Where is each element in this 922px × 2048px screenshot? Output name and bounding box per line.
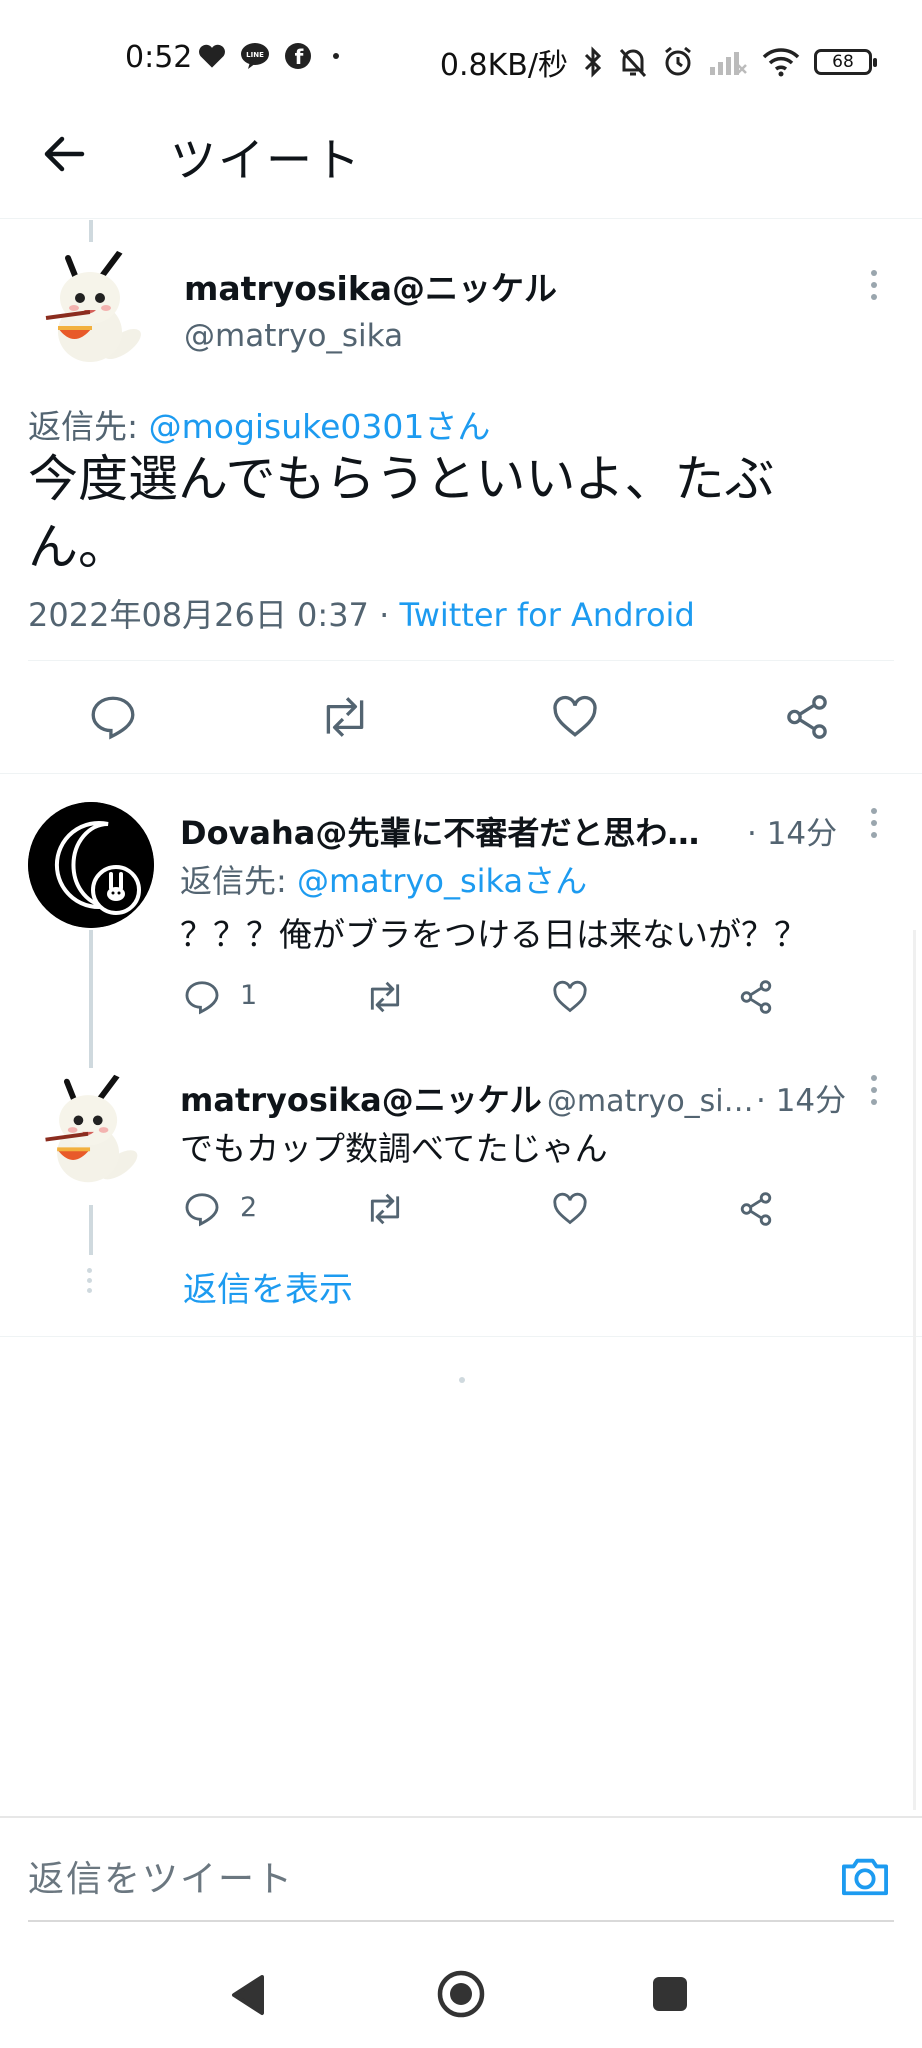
author-handle[interactable]: @matryo_sika [184, 318, 403, 354]
reply-input[interactable]: 返信をツイート [28, 1850, 294, 1902]
moon-rabbit-avatar-image [28, 802, 154, 928]
thread-line [89, 1205, 93, 1255]
back-arrow-icon[interactable] [40, 130, 88, 178]
thread-dots [87, 1268, 92, 1293]
status-bar: 0:52 LINE f 0.8KB/秒 68 [0, 0, 922, 120]
author-name[interactable]: matryosika@ニッケル [184, 262, 557, 310]
facebook-icon: f [284, 42, 312, 70]
avatar-matryosika[interactable] [32, 246, 154, 368]
bluetooth-icon [582, 46, 604, 78]
share-icon[interactable] [737, 1190, 775, 1228]
reply-time: · 14分 [756, 1083, 847, 1119]
line-app-icon: LINE [240, 42, 270, 70]
heart-icon [198, 43, 226, 69]
system-icons: 0.8KB/秒 68 [439, 40, 877, 84]
nav-home-icon[interactable] [436, 1969, 486, 2019]
tweet-source-link[interactable]: Twitter for Android [399, 596, 694, 634]
battery-indicator: 68 [814, 49, 877, 75]
avatar-dovaha[interactable] [28, 802, 154, 928]
nav-recents-icon[interactable] [651, 1975, 689, 2013]
show-replies-link[interactable]: 返信を表示 [183, 1262, 353, 1311]
reply-prefix: 返信先: [28, 407, 149, 446]
composer-top-border [0, 1816, 922, 1818]
meta-divider [28, 660, 894, 661]
reply-text: ？？？俺がブラをつける日は来ないが？？ [180, 915, 807, 954]
loading-indicator [459, 1377, 465, 1383]
signal-icon [708, 47, 748, 77]
reply-author-handle[interactable]: @matryo_si… [547, 1084, 754, 1119]
scrollbar[interactable] [913, 930, 916, 1810]
mascot-avatar-image [32, 1070, 150, 1188]
svg-text:LINE: LINE [246, 51, 264, 59]
mascot-avatar-image [32, 246, 154, 368]
tweet-date: 2022年08月26日 0:37 · [28, 596, 400, 634]
nav-back-icon[interactable] [228, 1973, 268, 2017]
reply-author-name[interactable]: matryosika@ニッケル [180, 1081, 542, 1119]
reply-icon[interactable] [88, 692, 138, 742]
status-time: 0:52 [125, 40, 193, 75]
reply-count: 2 [240, 1192, 258, 1223]
retweet-icon[interactable] [364, 1190, 406, 1228]
dot-icon [326, 42, 346, 70]
tweet-meta: 2022年08月26日 0:37 · Twitter for Android [28, 590, 695, 636]
replies-divider [0, 1336, 922, 1337]
thread-line [89, 930, 93, 1068]
tweet-text-line: 今度選んでもらうといいよ、たぶ [28, 450, 775, 508]
reply-to-link[interactable]: @matryo_sikaさん [297, 862, 587, 900]
reply-count: 1 [240, 980, 258, 1011]
more-options-icon[interactable] [871, 808, 879, 844]
reply-icon[interactable] [183, 978, 221, 1016]
wifi-icon [762, 47, 800, 77]
more-options-icon[interactable] [871, 270, 879, 306]
share-icon[interactable] [737, 978, 775, 1016]
header-divider [0, 218, 922, 219]
tweet-text: 今度選んでもらうといいよ、たぶ ん。 [28, 445, 775, 581]
more-options-icon[interactable] [871, 1075, 879, 1111]
like-heart-icon[interactable] [550, 692, 600, 742]
like-heart-icon[interactable] [551, 978, 589, 1016]
reply-context: 返信先: @mogisuke0301さん [28, 400, 490, 448]
like-heart-icon[interactable] [551, 1190, 589, 1228]
reply-author-line: matryosika@ニッケル @matryo_si… [180, 1075, 754, 1121]
reply-time: · 14分 [747, 816, 838, 852]
retweet-icon[interactable] [364, 978, 406, 1016]
reply-to-link[interactable]: @mogisuke0301さん [149, 407, 491, 446]
reply-context: 返信先: @matryo_sikaさん [180, 856, 587, 902]
avatar-matryosika[interactable] [32, 1070, 150, 1188]
notification-icons: LINE f [198, 42, 346, 70]
alarm-icon [662, 46, 694, 78]
share-icon[interactable] [782, 692, 832, 742]
reply-prefix: 返信先: [180, 862, 297, 900]
silent-bell-icon [618, 46, 648, 78]
reply-text: でもカップ数調べてたじゃん [180, 1129, 608, 1168]
retweet-icon[interactable] [318, 692, 372, 742]
reply-icon[interactable] [183, 1190, 221, 1228]
camera-icon[interactable] [840, 1853, 890, 1899]
system-nav-bar [0, 1935, 922, 2048]
reply-author-name[interactable]: Dovaha@先輩に不審者だと思わ… [180, 808, 699, 854]
composer-underline [28, 1920, 894, 1922]
tweet-divider [0, 773, 922, 774]
thread-line-top [89, 220, 93, 242]
svg-text:f: f [295, 45, 304, 69]
tweet-text-line: ん。 [28, 518, 128, 576]
page-title: ツイート [170, 133, 362, 187]
network-speed: 0.8KB/秒 [439, 48, 568, 83]
